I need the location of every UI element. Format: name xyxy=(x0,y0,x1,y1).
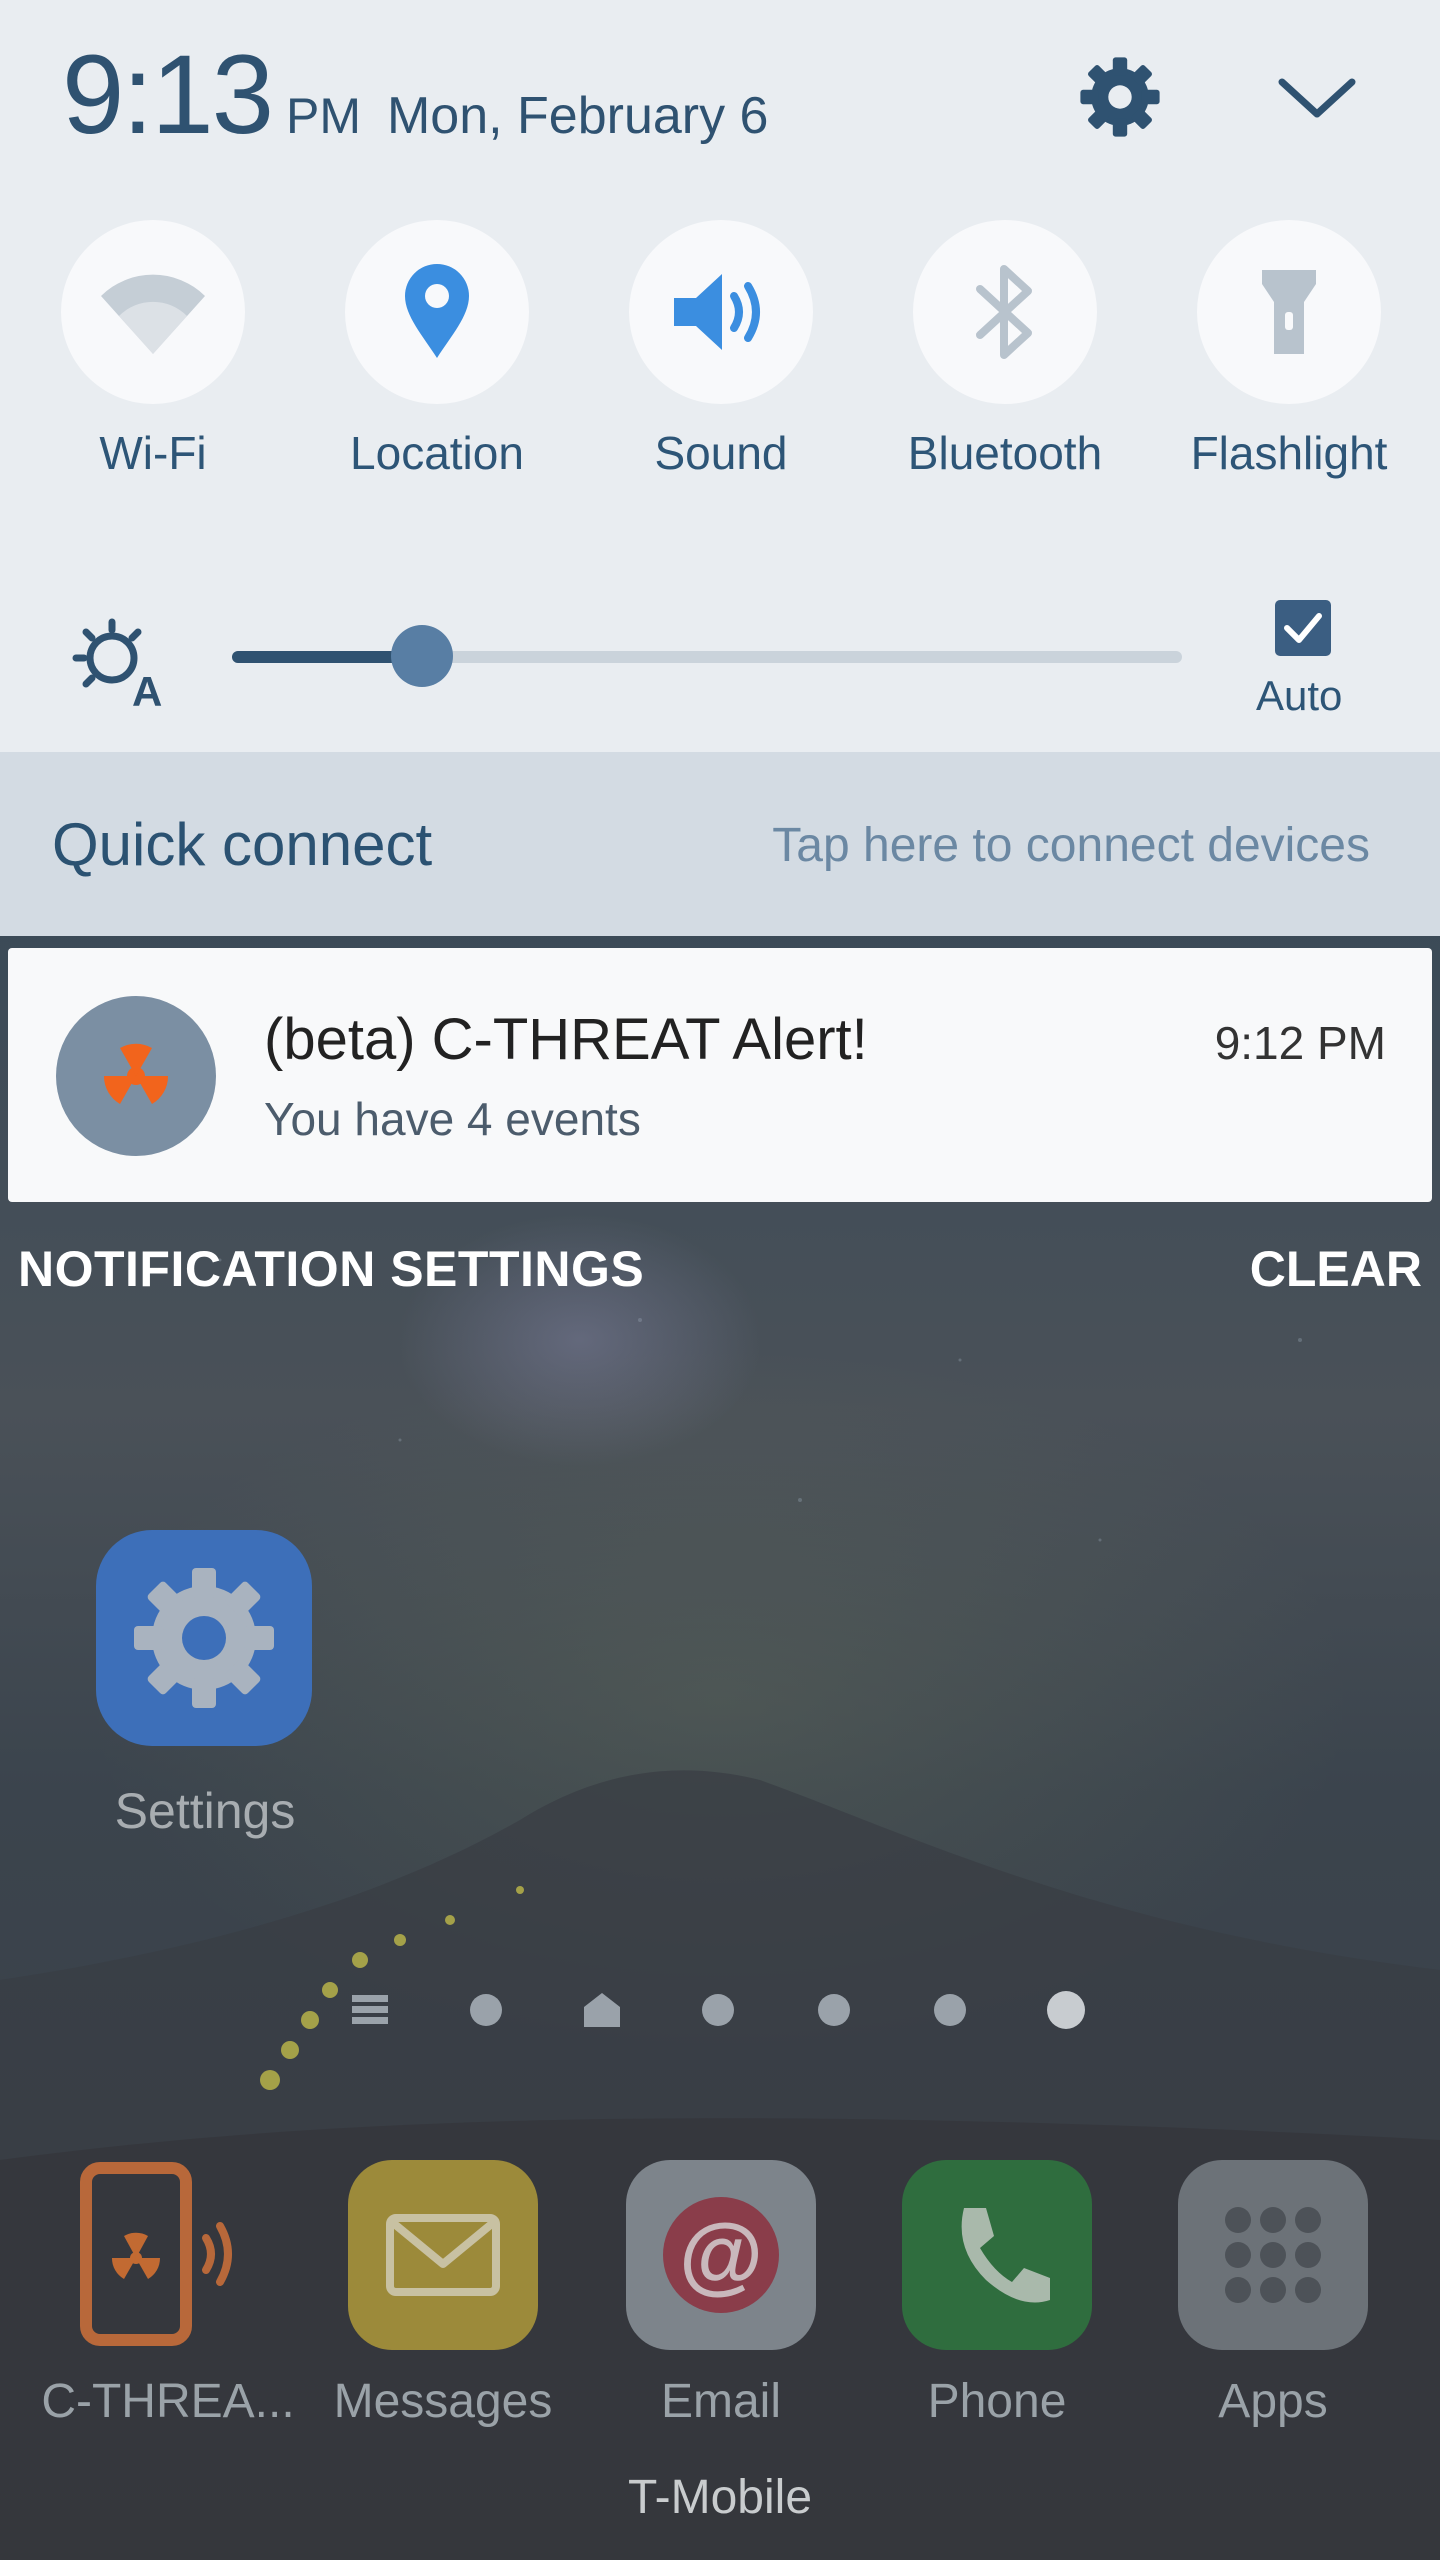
toggle-sound[interactable]: Sound xyxy=(601,220,841,480)
clock-ampm: PM xyxy=(285,88,361,144)
at-sign-icon: @ xyxy=(663,2197,779,2313)
toggle-location[interactable]: Location xyxy=(317,220,557,480)
handset-icon xyxy=(961,2208,1050,2303)
toggle-wifi[interactable]: Wi-Fi xyxy=(33,220,273,480)
toggle-bluetooth[interactable]: Bluetooth xyxy=(885,220,1125,480)
settings-app-icon[interactable] xyxy=(96,1530,312,1746)
auto-brightness-checkbox[interactable] xyxy=(1275,600,1331,656)
page-dot[interactable] xyxy=(470,1994,502,2026)
settings-gear-icon[interactable] xyxy=(1075,52,1165,142)
clear-button[interactable]: CLEAR xyxy=(1250,1240,1422,1298)
toggle-bluetooth-button[interactable] xyxy=(913,220,1097,404)
gear-icon xyxy=(134,1568,274,1708)
toggle-bluetooth-label: Bluetooth xyxy=(907,427,1103,479)
svg-text:@: @ xyxy=(679,2207,763,2303)
toggle-wifi-button[interactable] xyxy=(61,220,245,404)
notification-subtitle: You have 4 events xyxy=(264,1093,641,1145)
quick-connect-hint: Tap here to connect devices xyxy=(772,819,1370,872)
notification-settings-button[interactable]: NOTIFICATION SETTINGS xyxy=(18,1240,644,1298)
notification-time: 9:12 PM xyxy=(1214,1017,1386,1069)
svg-text:A: A xyxy=(132,668,162,708)
flashlight-icon xyxy=(1262,270,1316,354)
notification-app-icon xyxy=(56,996,216,1156)
wifi-icon xyxy=(101,274,205,354)
settings-app-label: Settings xyxy=(114,1783,296,1839)
auto-brightness-label: Auto xyxy=(1256,672,1343,719)
page-dot[interactable] xyxy=(818,1994,850,2026)
location-icon xyxy=(405,264,469,358)
dock-label-c-threat: C-THREA... xyxy=(41,2375,295,2428)
apps-icon[interactable] xyxy=(1178,2160,1368,2350)
toggle-flashlight-label: Flashlight xyxy=(1190,427,1388,479)
toggle-wifi-label: Wi-Fi xyxy=(99,427,207,479)
checkmark-icon xyxy=(1284,613,1322,643)
page-dot-briefing[interactable] xyxy=(352,1995,388,2024)
phone-icon[interactable] xyxy=(902,2160,1092,2350)
carrier-label: T-Mobile xyxy=(627,2471,813,2524)
brightness-slider[interactable] xyxy=(232,625,1182,687)
page-dot[interactable] xyxy=(702,1994,734,2026)
toggle-flashlight-button[interactable] xyxy=(1197,220,1381,404)
page-indicator[interactable] xyxy=(340,1985,1140,2035)
toggle-sound-label: Sound xyxy=(654,427,788,479)
quick-connect-title: Quick connect xyxy=(52,811,433,878)
quick-connect-bar[interactable]: Quick connect Tap here to connect device… xyxy=(0,752,1440,936)
dock-label-apps: Apps xyxy=(1218,2375,1328,2428)
toggle-flashlight[interactable]: Flashlight xyxy=(1169,220,1409,480)
clock-date: Mon, February 6 xyxy=(386,87,769,145)
toggle-sound-button[interactable] xyxy=(629,220,813,404)
apps-grid-icon xyxy=(1225,2207,1321,2303)
notification-card[interactable]: (beta) C-THREAT Alert! You have 4 events… xyxy=(8,948,1432,1202)
brightness-icon: A xyxy=(72,618,162,708)
wallpaper-mountain xyxy=(0,1770,1440,2560)
envelope-icon xyxy=(386,2214,500,2296)
toggle-location-button[interactable] xyxy=(345,220,529,404)
dock-label-email: Email xyxy=(660,2375,782,2428)
messages-icon[interactable] xyxy=(348,2160,538,2350)
clock-time: 9:13 xyxy=(62,32,274,157)
brightness-slider-knob[interactable] xyxy=(391,625,453,687)
notification-title: (beta) C-THREAT Alert! xyxy=(264,1007,868,1072)
toggle-location-label: Location xyxy=(350,427,524,479)
dock-label-messages: Messages xyxy=(333,2375,553,2428)
sound-icon xyxy=(674,274,760,350)
page-dot[interactable] xyxy=(934,1994,966,2026)
bluetooth-icon xyxy=(976,265,1032,359)
quick-panel: 9:13 PM Mon, February 6 Wi-Fi Location S… xyxy=(0,0,1440,752)
c-threat-app-icon[interactable] xyxy=(70,2160,260,2350)
dock-label-phone: Phone xyxy=(927,2375,1067,2428)
radiation-icon xyxy=(103,1043,169,1104)
email-icon[interactable]: @ xyxy=(626,2160,816,2350)
page-dot-home[interactable] xyxy=(584,1993,620,2027)
status-clock: 9:13 PM Mon, February 6 xyxy=(62,30,768,159)
chevron-down-icon[interactable] xyxy=(1272,58,1362,138)
page-dot[interactable] xyxy=(1047,1991,1085,2029)
c-threat-phone-icon xyxy=(80,2162,232,2346)
